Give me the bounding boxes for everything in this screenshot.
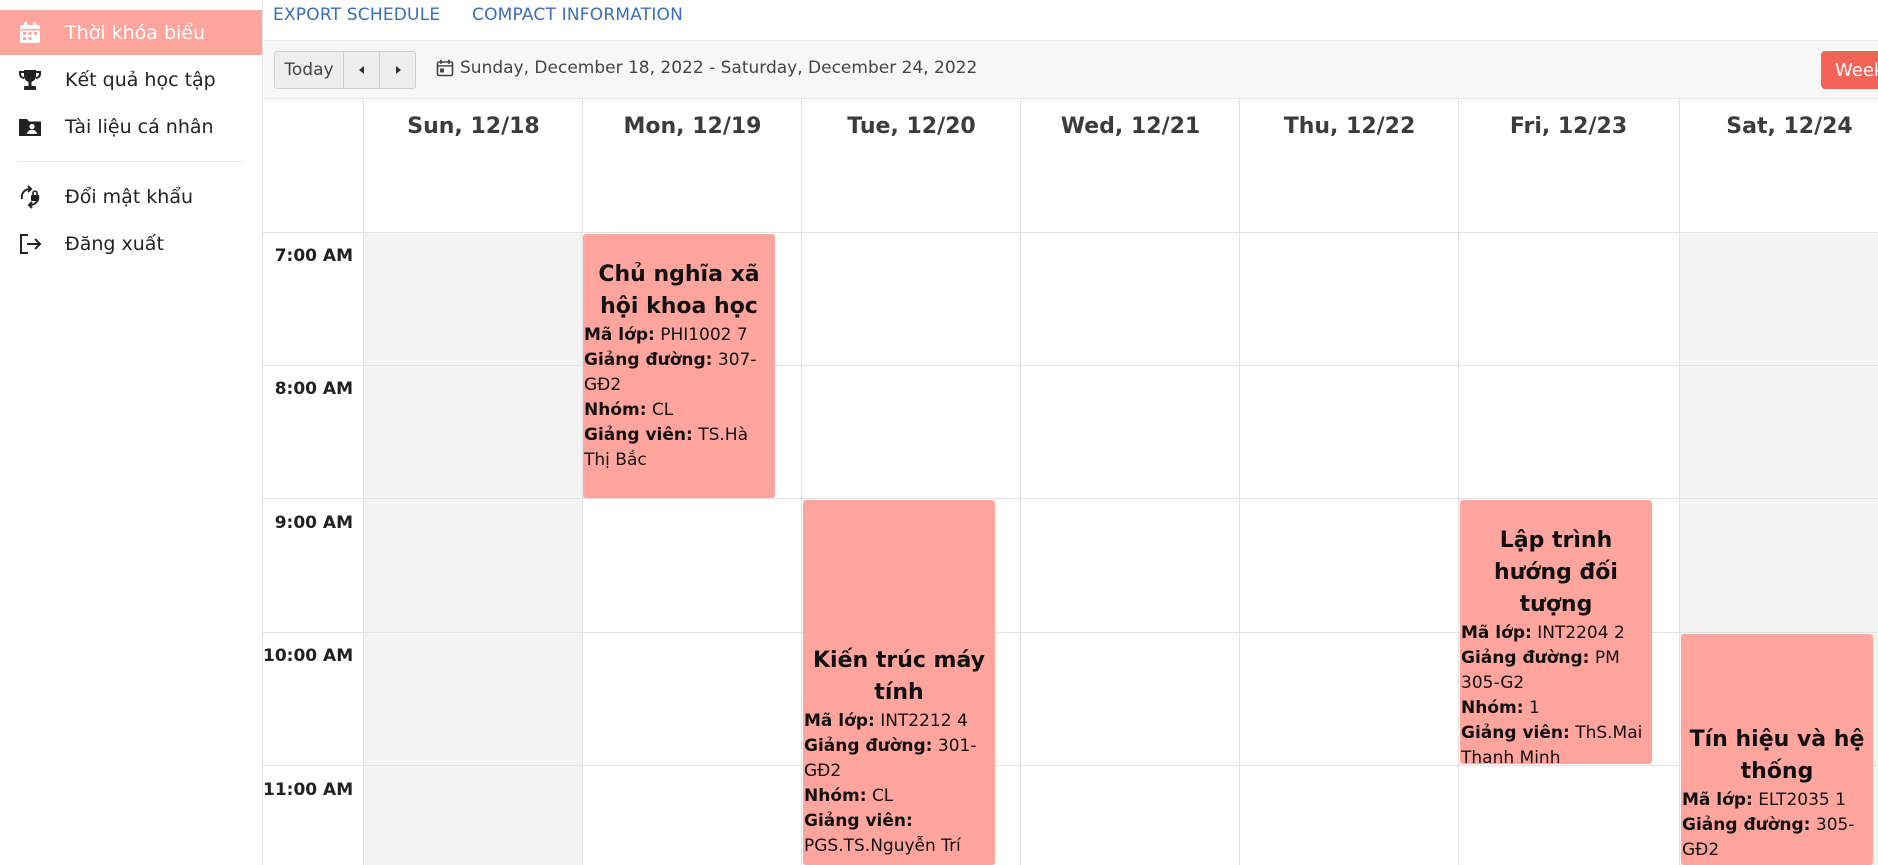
schedule-event[interactable]: Chủ nghĩa xã hội khoa học Mã lớp: PHI100… — [583, 234, 775, 498]
caret-left-icon — [358, 66, 364, 74]
weekend-shade-sunday — [364, 233, 582, 865]
sidebar-item-label: Thời khóa biểu — [65, 21, 206, 44]
event-group: Nhóm: 1 — [1461, 698, 1540, 718]
sidebar-item-label: Đăng xuất — [65, 232, 164, 255]
day-header-wed: Wed, 12/21 — [1060, 114, 1201, 139]
row-separator — [263, 365, 1878, 366]
event-room: Giảng đường: 305-GĐ2 — [1682, 815, 1855, 860]
logout-icon — [18, 232, 42, 256]
row-separator — [263, 498, 1878, 499]
event-title: Lập trình hướng đối tượng — [1494, 528, 1618, 617]
column-separator — [1239, 98, 1240, 865]
event-room: Giảng đường: 307-GĐ2 — [584, 350, 757, 395]
event-room: Giảng đường: PM 305-G2 — [1461, 648, 1620, 693]
week-view-button[interactable]: Week — [1821, 51, 1878, 89]
event-title: Kiến trúc máy tính — [813, 648, 985, 705]
row-separator — [263, 232, 1878, 233]
event-lecturer-name: PGS.TS.Nguyễn Trí — [804, 836, 961, 856]
time-label: 10:00 AM — [263, 646, 354, 666]
password-change-icon — [18, 185, 42, 209]
sidebar-divider — [18, 161, 244, 162]
caret-right-icon — [395, 66, 401, 74]
column-separator — [1458, 98, 1459, 865]
sidebar-item-results[interactable]: Kết quả học tập — [0, 57, 263, 102]
date-range: Sunday, December 18, 2022 - Saturday, De… — [436, 58, 977, 78]
row-separator — [263, 765, 1878, 766]
time-label: 8:00 AM — [274, 379, 353, 399]
event-title: Tín hiệu và hệ thống — [1689, 727, 1865, 784]
today-button[interactable]: Today — [275, 52, 344, 88]
day-header-thu: Thu, 12/22 — [1283, 114, 1416, 139]
column-separator — [363, 98, 364, 865]
schedule-event[interactable]: Kiến trúc máy tính Mã lớp: INT2212 4 Giả… — [803, 500, 995, 865]
sidebar-item-label: Kết quả học tập — [65, 68, 216, 91]
time-label: 11:00 AM — [263, 780, 354, 800]
calendar-toolbar: Today Sunday, December 18, 2022 - Saturd… — [264, 40, 1878, 99]
export-schedule-link[interactable]: EXPORT SCHEDULE — [273, 5, 440, 25]
schedule-event[interactable]: Lập trình hướng đối tượng Mã lớp: INT220… — [1460, 500, 1652, 764]
column-separator — [801, 98, 802, 865]
event-class-code: Mã lớp: PHI1002 7 — [584, 325, 748, 345]
event-class-code: Mã lớp: ELT2035 1 — [1682, 790, 1846, 810]
event-room: Giảng đường: 301-GĐ2 — [804, 736, 977, 781]
column-separator — [1679, 98, 1680, 865]
time-label: 7:00 AM — [274, 246, 353, 266]
previous-button[interactable] — [344, 52, 380, 88]
day-header-tue: Tue, 12/20 — [847, 114, 976, 139]
event-lecturer: Giảng viên: ThS.Mai Thanh Minh — [1461, 723, 1643, 764]
navigation-button-group: Today — [274, 51, 416, 89]
folder-user-icon — [18, 115, 42, 139]
next-button[interactable] — [380, 52, 415, 88]
event-title: Chủ nghĩa xã hội khoa học — [598, 262, 760, 319]
sidebar-item-schedule[interactable]: Thời khóa biểu — [0, 10, 263, 55]
time-label: 9:00 AM — [274, 513, 353, 533]
sidebar-item-change-password[interactable]: Đổi mật khẩu — [0, 174, 263, 219]
day-header-fri: Fri, 12/23 — [1509, 114, 1628, 139]
sidebar-item-label: Đổi mật khẩu — [65, 185, 194, 208]
event-lecturer: Giảng viên: TS.Hà Thị Bắc — [584, 425, 748, 470]
date-range-text: Sunday, December 18, 2022 - Saturday, De… — [460, 58, 978, 78]
event-group: Nhóm: CL — [804, 786, 894, 806]
calendar-icon — [18, 21, 42, 45]
column-separator — [1020, 98, 1021, 865]
sidebar-item-documents[interactable]: Tài liệu cá nhân — [0, 104, 263, 149]
sidebar: Thời khóa biểu Kết quả học tập Tài liệu … — [0, 0, 263, 865]
sidebar-item-label: Tài liệu cá nhân — [65, 115, 214, 138]
event-lecturer: Giảng viên: — [804, 811, 913, 831]
sidebar-item-logout[interactable]: Đăng xuất — [0, 221, 263, 266]
event-group: Nhóm: CL — [584, 400, 674, 420]
event-class-code: Mã lớp: INT2204 2 — [1461, 623, 1625, 643]
day-header-sat: Sat, 12/24 — [1726, 114, 1853, 139]
event-class-code: Mã lớp: INT2212 4 — [804, 711, 968, 731]
schedule-event[interactable]: Tín hiệu và hệ thống Mã lớp: ELT2035 1 G… — [1681, 634, 1873, 865]
trophy-icon — [18, 68, 42, 92]
day-header-sun: Sun, 12/18 — [407, 114, 540, 139]
week-calendar: Sun, 12/18 Mon, 12/19 Tue, 12/20 Wed, 12… — [263, 98, 1878, 865]
calendar-small-icon — [436, 59, 454, 77]
compact-information-link[interactable]: COMPACT INFORMATION — [472, 5, 683, 25]
day-header-mon: Mon, 12/19 — [623, 114, 762, 139]
